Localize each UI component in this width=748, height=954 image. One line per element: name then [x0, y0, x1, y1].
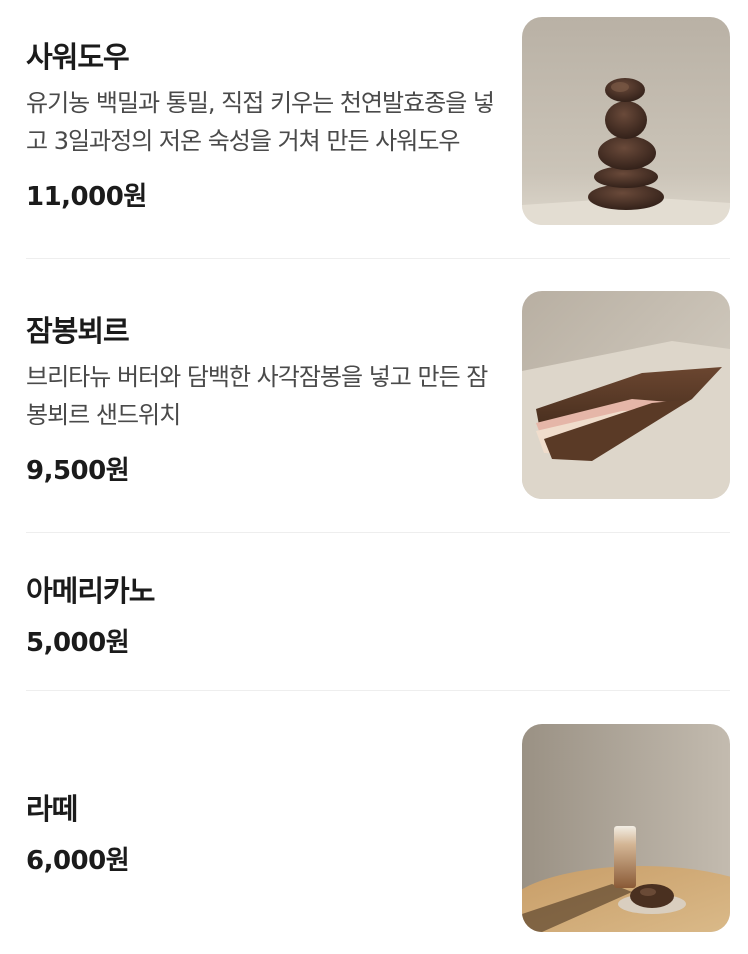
item-price: 6,000원	[26, 846, 130, 876]
sourdough-stack-photo	[522, 17, 730, 225]
item-price: 5,000원	[26, 628, 130, 658]
item-name: 아메리카노	[26, 574, 155, 608]
jambon-beurre-sandwich-photo	[522, 291, 730, 499]
menu-item-jambon-beurre[interactable]: 잠봉뵈르 브리타뉴 버터와 담백한 사각잠봉을 넣고 만든 잠봉뵈르 샌드위치 …	[26, 258, 730, 532]
item-description: 유기농 백밀과 통밀, 직접 키우는 천연발효종을 넣고 3일과정의 저온 숙성…	[26, 89, 495, 155]
menu-list: 사워도우 유기농 백밀과 통밀, 직접 키우는 천연발효종을 넣고 3일과정의 …	[0, 0, 748, 954]
latte-with-cookie-photo	[522, 724, 730, 932]
item-name: 라떼	[26, 792, 78, 826]
item-description: 브리타뉴 버터와 담백한 사각잠봉을 넣고 만든 잠봉뵈르 샌드위치	[26, 363, 488, 429]
item-name: 사워도우	[26, 40, 130, 74]
item-name: 잠봉뵈르	[26, 314, 130, 348]
menu-item-latte[interactable]: 라떼 6,000원	[26, 690, 730, 954]
menu-item-americano[interactable]: 아메리카노 5,000원	[26, 532, 730, 690]
item-price: 11,000원	[26, 182, 147, 212]
menu-item-sourdough[interactable]: 사워도우 유기농 백밀과 통밀, 직접 키우는 천연발효종을 넣고 3일과정의 …	[26, 0, 730, 258]
item-price: 9,500원	[26, 456, 130, 486]
